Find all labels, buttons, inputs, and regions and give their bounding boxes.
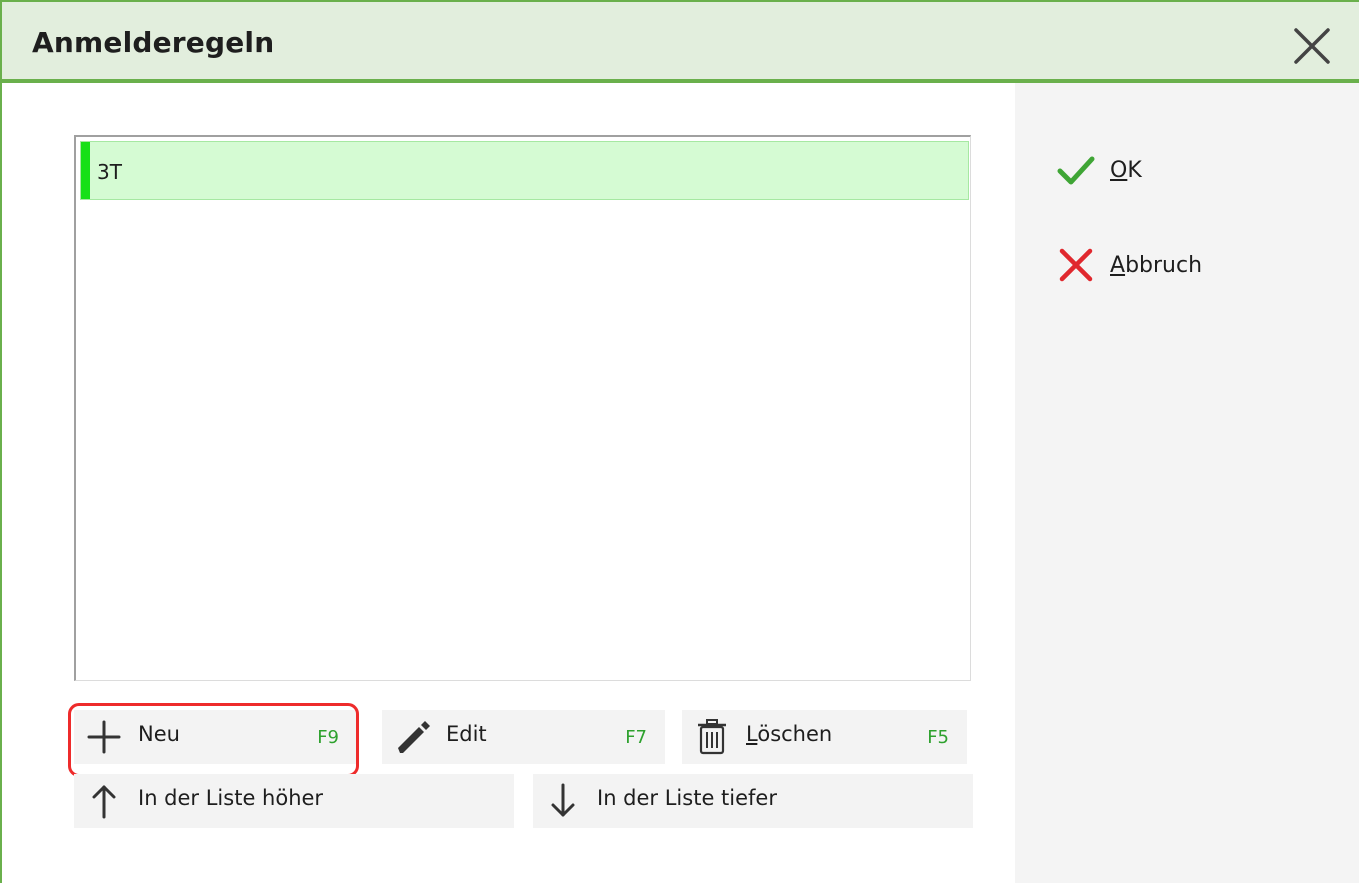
pencil-icon (392, 717, 432, 757)
selection-marker (81, 142, 90, 199)
dialog-title: Anmelderegeln (32, 26, 275, 59)
title-bar: Anmelderegeln (2, 0, 1359, 83)
list-item-label: 3T (97, 160, 122, 184)
x-icon (1054, 243, 1098, 287)
delete-button[interactable]: Löschen F5 (682, 710, 967, 764)
cancel-button[interactable]: Abbruch (1054, 240, 1314, 290)
edit-button[interactable]: Edit F7 (382, 710, 665, 764)
close-button[interactable] (1292, 26, 1332, 66)
list-item[interactable]: 3T (80, 141, 969, 200)
edit-shortcut: F7 (625, 727, 647, 748)
ok-button[interactable]: OK (1054, 145, 1314, 195)
move-down-button[interactable]: In der Liste tiefer (533, 774, 973, 828)
action-panel (1015, 83, 1359, 883)
highlight-frame (68, 703, 359, 777)
trash-icon (692, 717, 732, 757)
close-icon (1294, 28, 1330, 64)
dialog-window: Anmelderegeln OK Abbruch 3T Neu F9 Edit … (0, 0, 1359, 883)
arrow-up-icon (84, 781, 124, 821)
checkmark-icon (1054, 148, 1098, 192)
delete-label: Löschen (746, 722, 833, 746)
ok-label: OK (1110, 157, 1142, 183)
move-down-label: In der Liste tiefer (597, 786, 777, 810)
move-up-label: In der Liste höher (138, 786, 324, 810)
rules-listbox[interactable]: 3T (74, 135, 971, 681)
move-up-button[interactable]: In der Liste höher (74, 774, 514, 828)
arrow-down-icon (543, 781, 583, 821)
cancel-label: Abbruch (1110, 252, 1203, 278)
delete-shortcut: F5 (927, 727, 949, 748)
edit-label: Edit (446, 722, 487, 746)
